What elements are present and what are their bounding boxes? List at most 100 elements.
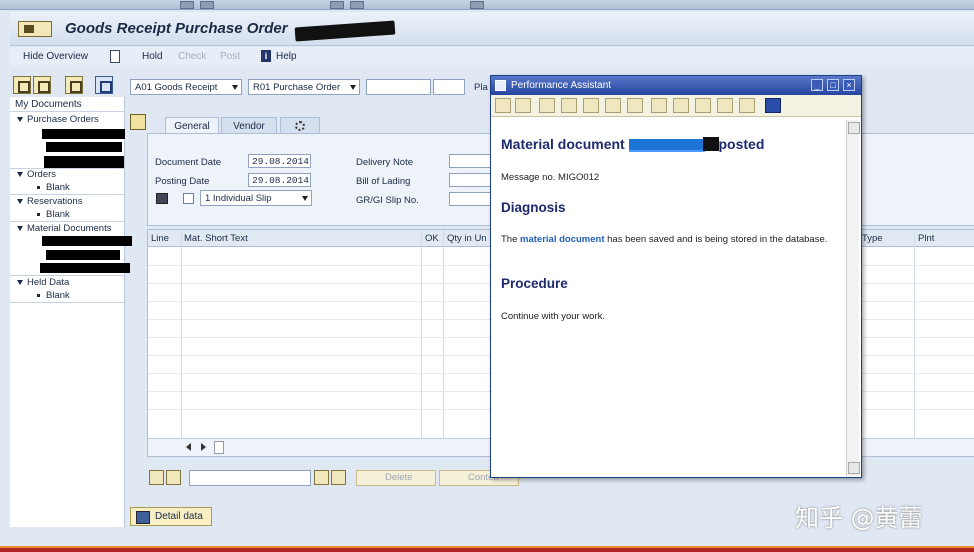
long-text-icon[interactable] xyxy=(605,98,621,113)
diagnosis-text: The material document has been saved and… xyxy=(501,233,841,246)
tree-item-held-blank[interactable]: Blank xyxy=(37,290,70,301)
bill-of-lading-field[interactable] xyxy=(449,173,491,187)
delete-icon[interactable] xyxy=(65,76,83,94)
bookmark-icon[interactable] xyxy=(695,98,711,113)
slip-select[interactable]: 1 Individual Slip xyxy=(200,190,312,206)
scroll-thumb[interactable] xyxy=(214,441,224,454)
help-button[interactable]: Help xyxy=(276,51,297,62)
tab-vendor[interactable]: Vendor xyxy=(221,117,277,134)
print-icon[interactable] xyxy=(149,470,164,485)
technical-info-icon[interactable] xyxy=(561,98,577,113)
system-toolbar-icon[interactable] xyxy=(330,1,344,9)
system-toolbar-icon[interactable] xyxy=(470,1,484,9)
tree-item-orders-blank[interactable]: Blank xyxy=(37,182,70,193)
dialog-title: Performance Assistant xyxy=(511,80,612,91)
gear-icon xyxy=(295,121,305,132)
detail-data-button[interactable]: Detail data xyxy=(130,507,212,526)
hide-overview-button[interactable]: Hide Overview xyxy=(23,51,88,62)
close-overview-icon[interactable] xyxy=(95,76,113,94)
posting-date-field[interactable]: 29.08.2014 xyxy=(248,173,311,187)
new-document-icon[interactable] xyxy=(110,50,120,63)
eraser-icon[interactable] xyxy=(539,98,555,113)
action-select[interactable]: A01 Goods Receipt xyxy=(130,79,242,95)
dialog-scrollbar[interactable] xyxy=(846,120,860,476)
system-toolbar-icon[interactable] xyxy=(350,1,364,9)
tree-node-orders[interactable]: Orders xyxy=(17,169,56,180)
column-header[interactable]: OK xyxy=(425,233,439,244)
tree-item-reservations-blank[interactable]: Blank xyxy=(37,209,70,220)
column-header[interactable]: Line xyxy=(151,233,169,244)
search-icon[interactable] xyxy=(627,98,643,113)
window-title-bar: Goods Receipt Purchase Order xyxy=(10,12,974,46)
tab-settings[interactable] xyxy=(280,117,320,134)
table-icon[interactable] xyxy=(651,98,667,113)
column-header[interactable]: Qty in Un xyxy=(447,233,487,244)
column-header[interactable]: Type xyxy=(862,233,883,244)
dropdown-arrow-icon[interactable] xyxy=(350,85,356,90)
filter-icon[interactable] xyxy=(166,470,181,485)
system-toolbar-icon[interactable] xyxy=(180,1,194,9)
print-checkbox[interactable] xyxy=(183,193,194,204)
application-toolbar: Hide Overview Hold Check Post i Help xyxy=(10,47,974,67)
top-system-strip xyxy=(0,0,974,10)
column-header[interactable]: Mat. Short Text xyxy=(184,233,248,244)
tree-node-purchase-orders[interactable]: Purchase Orders xyxy=(17,114,99,125)
first-page-icon[interactable] xyxy=(314,470,329,485)
dropdown-arrow-icon[interactable] xyxy=(232,85,238,90)
expand-triangle-icon[interactable] xyxy=(17,199,23,204)
header-toggle-icon[interactable] xyxy=(130,114,146,130)
last-page-icon[interactable] xyxy=(331,470,346,485)
expand-triangle-icon[interactable] xyxy=(17,280,23,285)
forward-arrow-icon[interactable] xyxy=(515,98,531,113)
procedure-text: Continue with your work. xyxy=(501,311,606,322)
edit-icon[interactable] xyxy=(583,98,599,113)
dropdown-arrow-icon[interactable] xyxy=(302,196,308,201)
column-divider xyxy=(443,230,444,456)
divider xyxy=(10,194,125,195)
dialog-toolbar xyxy=(491,95,861,117)
tree-node-reservations[interactable]: Reservations xyxy=(17,196,82,207)
menu-icon[interactable] xyxy=(18,21,52,37)
scroll-left-icon[interactable] xyxy=(186,443,191,451)
delivery-note-field[interactable] xyxy=(449,154,491,168)
scroll-right-icon[interactable] xyxy=(201,443,206,451)
tree-label: Reservations xyxy=(27,196,83,207)
slip-no-field[interactable] xyxy=(449,192,491,206)
window-icon[interactable] xyxy=(673,98,689,113)
column-header[interactable]: Plnt xyxy=(918,233,934,244)
dialog-title-bar[interactable]: Performance Assistant _ □ × xyxy=(491,76,861,95)
window-title: Goods Receipt Purchase Order xyxy=(65,20,288,37)
maximize-icon[interactable]: □ xyxy=(827,79,839,91)
hold-button[interactable]: Hold xyxy=(142,51,163,62)
document-date-field[interactable]: 29.08.2014 xyxy=(248,154,311,168)
expand-triangle-icon[interactable] xyxy=(17,172,23,177)
expand-triangle-icon[interactable] xyxy=(17,117,23,122)
message-number: Message no. MIGO012 xyxy=(501,172,600,183)
print-icon[interactable] xyxy=(739,98,755,113)
material-document-link[interactable]: material document xyxy=(520,234,604,245)
close-icon[interactable]: × xyxy=(843,79,855,91)
tree-node-material-documents[interactable]: Material Documents xyxy=(17,223,111,234)
close-dialog-icon[interactable] xyxy=(765,98,781,113)
minimize-icon[interactable]: _ xyxy=(811,79,823,91)
tree-label: Blank xyxy=(46,182,70,193)
collapse-all-icon[interactable] xyxy=(33,76,51,94)
bulb-icon[interactable] xyxy=(717,98,733,113)
help-icon[interactable]: i xyxy=(261,50,271,62)
bullet-icon xyxy=(37,185,40,189)
expand-triangle-icon[interactable] xyxy=(17,226,23,231)
check-button[interactable]: Check xyxy=(178,51,206,62)
reference-select[interactable]: R01 Purchase Order xyxy=(248,79,360,95)
print-icon[interactable] xyxy=(156,193,168,204)
search-material-input[interactable] xyxy=(189,470,311,486)
system-toolbar-icon[interactable] xyxy=(200,1,214,9)
item-input[interactable] xyxy=(433,79,465,95)
tree-node-held-data[interactable]: Held Data xyxy=(17,277,69,288)
purchase-order-input[interactable] xyxy=(366,79,431,95)
back-arrow-icon[interactable] xyxy=(495,98,511,113)
delete-button[interactable]: Delete xyxy=(356,470,436,486)
post-button[interactable]: Post xyxy=(220,51,240,62)
tab-general[interactable]: General xyxy=(165,117,219,134)
expand-all-icon[interactable] xyxy=(13,76,31,94)
tree-label: Material Documents xyxy=(27,223,112,234)
